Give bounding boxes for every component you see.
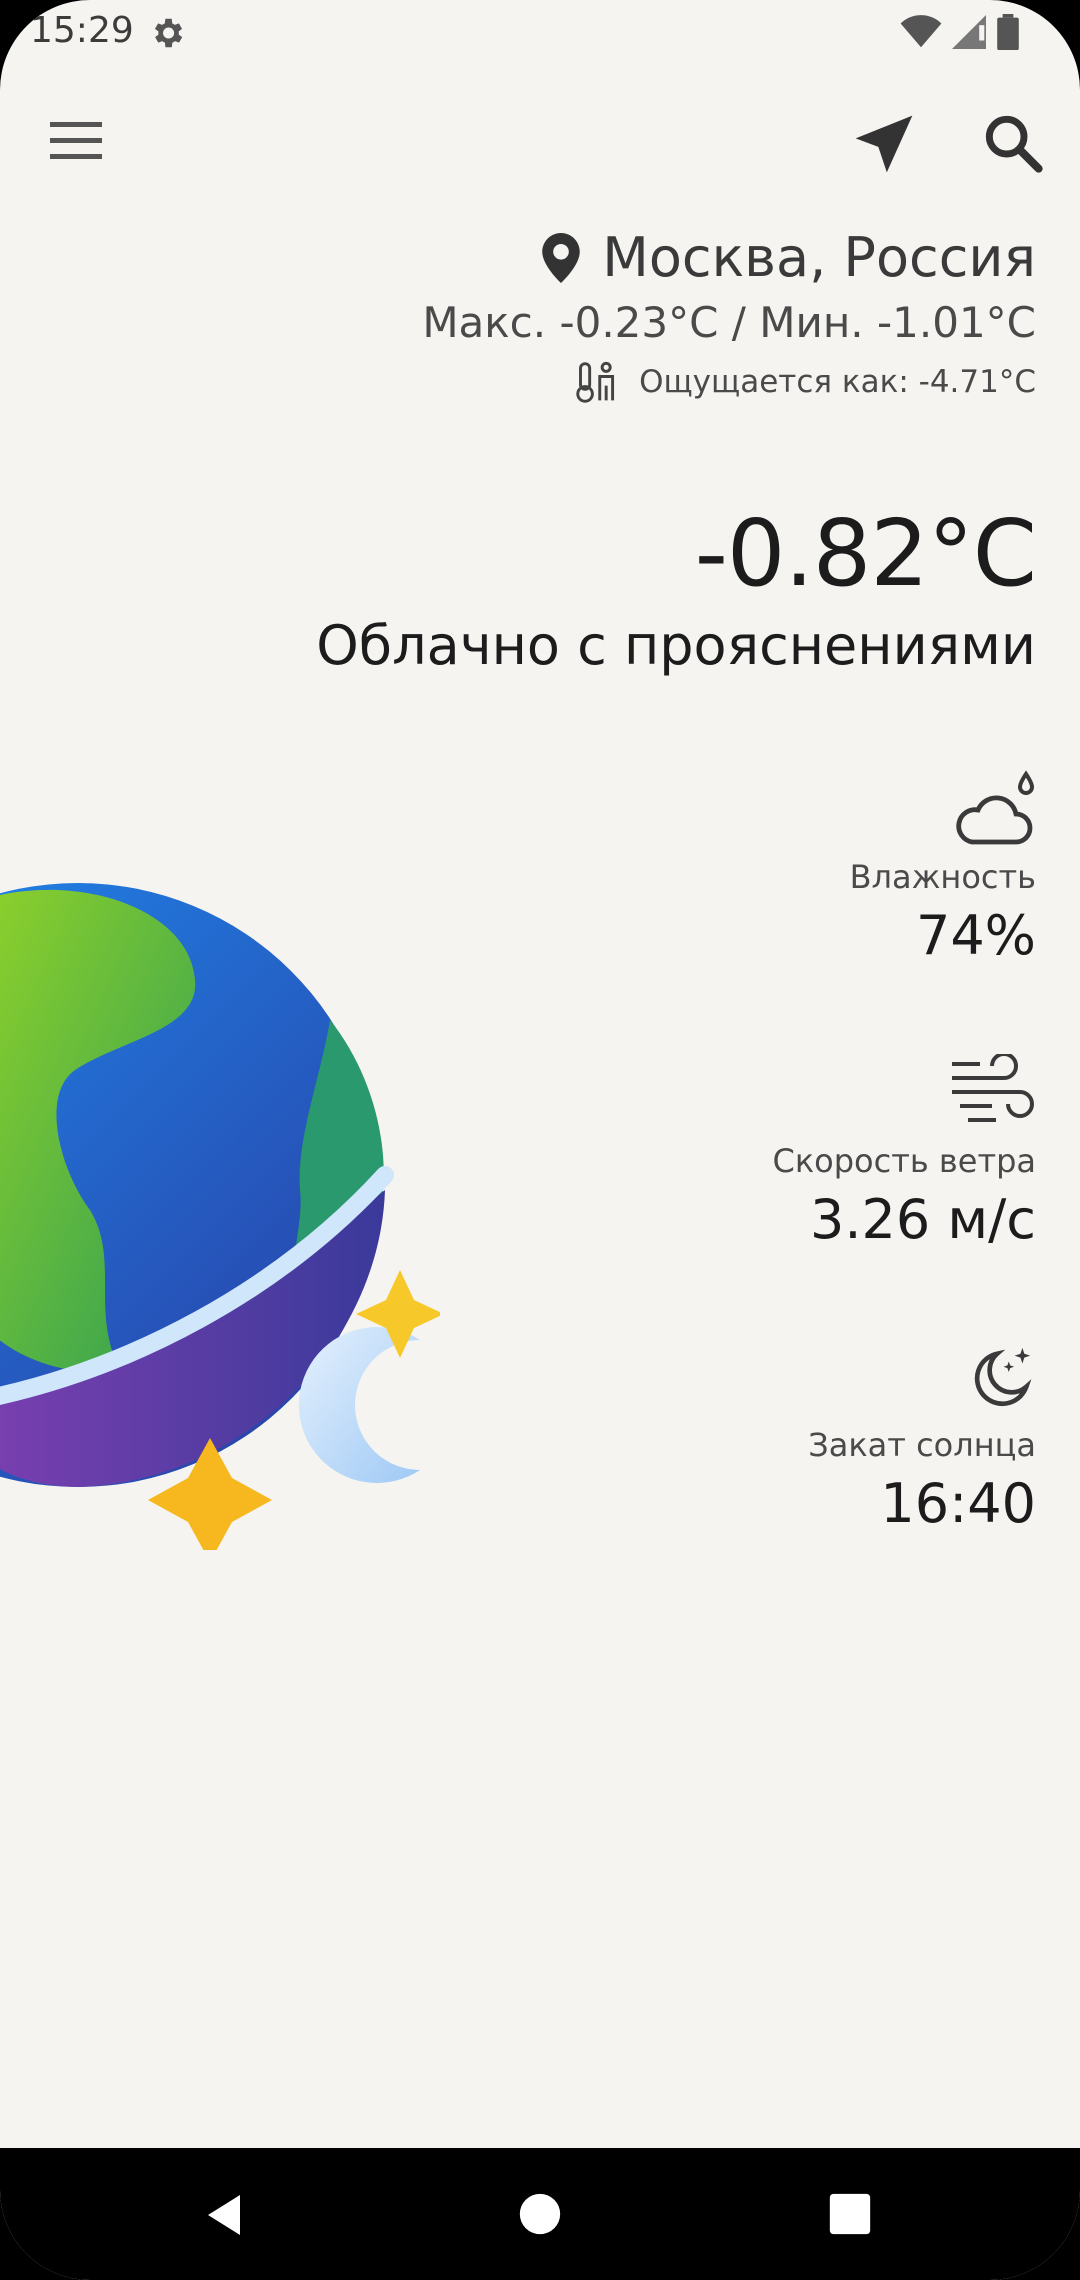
toolbar [0, 90, 1080, 190]
status-icons [900, 14, 1020, 50]
battery-icon [997, 14, 1019, 50]
sunset-value: 16:40 [880, 1472, 1036, 1535]
settings-gear-icon [154, 18, 183, 48]
wind-speed-label: Скорость ветра [772, 1142, 1036, 1180]
thermometer-person-icon [576, 361, 615, 403]
sunset-label: Закат солнца [808, 1426, 1036, 1464]
recents-icon[interactable] [828, 2192, 872, 2236]
signal-icon [952, 15, 986, 49]
weather-description: Облачно с прояснениями [316, 614, 1036, 677]
feels-like-row: Ощущается как: -4.71°C [575, 360, 1036, 404]
cloud-humidity-icon [956, 770, 1035, 845]
wind-icon [952, 1054, 1034, 1122]
navigation-arrow-icon[interactable] [850, 110, 918, 178]
location-pin-icon [542, 232, 580, 283]
wind-speed-value: 3.26 м/с [809, 1188, 1036, 1251]
system-navigation-bar [0, 2148, 1080, 2280]
back-icon[interactable] [200, 2190, 248, 2240]
feels-like-label: Ощущается как: -4.71°C [639, 364, 1036, 400]
menu-icon[interactable] [46, 116, 106, 166]
location-row: Москва, Россия [542, 226, 1036, 289]
home-icon[interactable] [518, 2192, 562, 2236]
search-icon[interactable] [980, 110, 1044, 174]
moon-stars-icon [974, 1347, 1032, 1407]
status-time: 15:29 [30, 10, 134, 51]
humidity-value: 74% [915, 904, 1036, 967]
current-temperature: -0.82°C [694, 500, 1037, 607]
max-min-temperature: Макс. -0.23°C / Мин. -1.01°C [422, 298, 1036, 347]
globe-illustration [0, 883, 440, 1550]
humidity-label: Влажность [849, 858, 1036, 896]
location-label: Москва, Россия [602, 226, 1036, 289]
app-screen: 15:29 Москва, Россия Макс. -0.23°C / Мин… [0, 0, 1080, 2280]
status-bar: 15:29 [0, 0, 1080, 66]
wifi-icon [900, 15, 942, 48]
